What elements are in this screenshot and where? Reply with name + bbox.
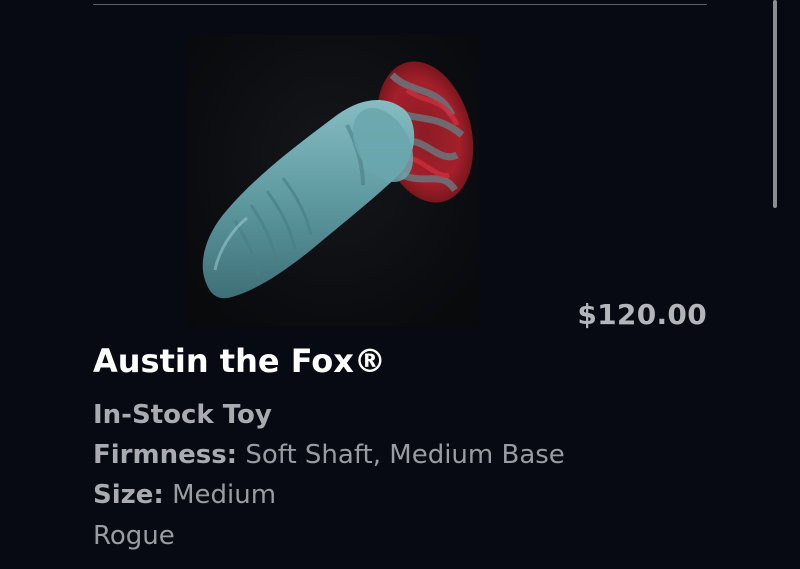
size-label: Size: [93,480,164,510]
top-divider [93,4,707,5]
size-row: Size: Medium [93,480,276,510]
firmness-value: Soft Shaft, Medium Base [245,440,565,470]
colorway-name: Rogue [93,521,175,551]
stock-status: In-Stock Toy [93,400,272,430]
product-image[interactable] [187,35,479,326]
product-title[interactable]: Austin the Fox® [93,342,386,380]
firmness-label: Firmness: [93,440,238,470]
size-value: Medium [172,480,277,510]
firmness-row: Firmness: Soft Shaft, Medium Base [93,440,565,470]
scrollbar-thumb[interactable] [773,0,777,208]
product-photo [202,61,474,299]
product-price: $120.00 [577,298,707,331]
